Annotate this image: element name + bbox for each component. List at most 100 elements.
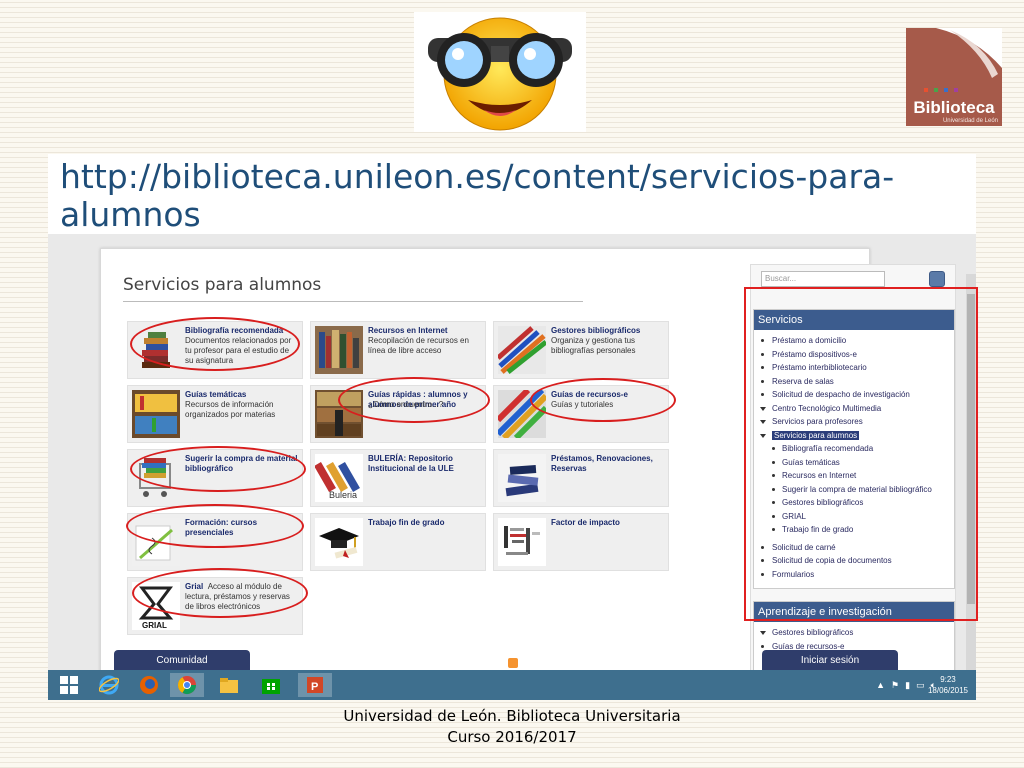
file-explorer-icon[interactable] [212, 673, 246, 697]
tile-title: Trabajo fin de grado [368, 518, 445, 527]
page-heading: Servicios para alumnos [123, 275, 322, 295]
network-icon[interactable]: ▮ [905, 680, 910, 691]
buleria-logo-icon: Buleria [315, 454, 363, 502]
chrome-icon[interactable] [170, 673, 204, 697]
tile-trabajo-fin-grado[interactable]: Trabajo fin de grado [310, 513, 486, 571]
menu-item-despacho-investigacion[interactable]: Solicitud de despacho de investigación [754, 388, 954, 402]
tile-title: Factor de impacto [551, 518, 620, 527]
tile-description: Documentos relacionados por tu profesor … [185, 336, 292, 365]
firefox-icon[interactable] [132, 673, 166, 697]
tile-title: Gestores bibliográficos [551, 326, 641, 335]
cables-icon [498, 326, 546, 374]
svg-text:P: P [311, 681, 318, 693]
submenu-item-gestores[interactable]: Gestores bibliográficos [754, 496, 954, 510]
tile-bibliografia-recomendada[interactable]: Bibliografía recomendada Documentos rela… [127, 321, 303, 379]
tile-description: Organiza y gestiona tus bibliografías pe… [551, 336, 636, 355]
display-icon[interactable]: ▭ [916, 680, 925, 691]
tile-title: Formación: cursos presenciales [185, 518, 258, 537]
submenu-item-trabajo-fin-grado[interactable]: Trabajo fin de grado [754, 523, 954, 537]
submenu-item-grial[interactable]: GRIAL [754, 510, 954, 524]
biblioteca-logo: Biblioteca Universidad de León [906, 28, 1002, 126]
submenu-item-sugerir-compra[interactable]: Sugerir la compra de material bibliográf… [754, 483, 954, 497]
bookshelf-icon [315, 326, 363, 374]
menu-item-prestamo-interbibliotecario[interactable]: Préstamo interbibliotecario [754, 361, 954, 375]
word-cloud-icon [498, 518, 546, 566]
tile-description: Recursos de información organizados por … [185, 400, 276, 419]
bookcase-icon [132, 390, 180, 438]
tile-guias-rapidas[interactable]: Guías rápidas : alumnos y alumnos de pri… [310, 385, 486, 443]
menu2-item-gestores[interactable]: Gestores bibliográficos [754, 626, 954, 640]
submenu-item-bibliografia[interactable]: Bibliografía recomendada [754, 442, 954, 456]
clock-time: 9:23 [940, 675, 956, 684]
slide-footer: Universidad de León. Biblioteca Universi… [0, 706, 1024, 748]
colored-cables-icon [498, 390, 546, 438]
menu-item-solicitud-carne[interactable]: Solicitud de carné [754, 541, 954, 555]
tile-recursos-internet[interactable]: Recursos en Internet Recopilación de rec… [310, 321, 486, 379]
powerpoint-icon[interactable]: P [298, 673, 332, 697]
tile-title: Sugerir la compra de material bibliográf… [185, 454, 298, 473]
page-scrollbar[interactable] [966, 274, 976, 700]
tile-buleria[interactable]: Buleria BULERÍA: Repositorio Institucion… [310, 449, 486, 507]
grial-chalice-icon: GRIAL [132, 582, 180, 630]
binoculars-emoji-image [414, 12, 586, 132]
graduation-cap-icon [315, 518, 363, 566]
clock-date: 18/06/2015 [927, 686, 968, 695]
book-pile-icon [498, 454, 546, 502]
menu-item-prestamo-domicilio[interactable]: Préstamo a domicilio [754, 334, 954, 348]
heading-divider [123, 301, 583, 302]
menu-item-servicios-profesores[interactable]: Servicios para profesores [754, 415, 954, 429]
login-tab[interactable]: Iniciar sesión [762, 650, 898, 672]
logo-subtitle: Universidad de León [942, 118, 998, 124]
tile-title: Recursos en Internet [368, 326, 448, 335]
tray-expand-icon[interactable]: ▲ [876, 680, 885, 690]
right-sidebar: Buscar... Servicios Préstamo a domicilio… [750, 264, 956, 700]
tile-grial[interactable]: GRIAL Grial Acceso al módulo de lectura,… [127, 577, 303, 635]
slide-title-box: http://biblioteca.unileon.es/content/ser… [48, 154, 976, 234]
buleria-label: Buleria [329, 490, 357, 500]
menu-item-formularios[interactable]: Formularios [754, 568, 954, 582]
tile-gestores-bibliograficos[interactable]: Gestores bibliográficos Organiza y gesti… [493, 321, 669, 379]
logo-dots [924, 88, 958, 92]
menu-item-servicios-alumnos[interactable]: Servicios para alumnos [754, 429, 954, 443]
slide-title: http://biblioteca.unileon.es/content/ser… [60, 157, 895, 234]
tile-guias-tematicas[interactable]: Guías temáticas Recursos de información … [127, 385, 303, 443]
menu-item-reserva-salas[interactable]: Reserva de salas [754, 375, 954, 389]
submenu-item-recursos-internet[interactable]: Recursos en Internet [754, 469, 954, 483]
windows-store-icon[interactable] [254, 673, 288, 697]
internet-explorer-icon[interactable] [92, 673, 126, 697]
logo-text: Biblioteca [913, 98, 995, 117]
submenu-item-guias-tematicas[interactable]: Guías temáticas [754, 456, 954, 470]
flag-icon[interactable]: ⚑ [891, 680, 899, 691]
shopping-cart-books-icon [132, 454, 180, 502]
footer-line-1: Universidad de León. Biblioteca Universi… [343, 707, 681, 725]
tile-description: Recopilación de recursos en línea de lib… [368, 336, 469, 355]
embedded-screenshot: Servicios para alumnos Bibliografía reco… [48, 234, 976, 700]
tile-title: Guías de recursos-e [551, 390, 628, 399]
taskbar-clock[interactable]: 9:23 18/06/2015 [928, 674, 968, 696]
rss-icon[interactable] [508, 658, 518, 668]
search-button[interactable] [929, 271, 945, 287]
books-stack-icon [132, 326, 180, 374]
tile-prestamos[interactable]: Préstamos, Renovaciones, Reservas [493, 449, 669, 507]
library-shelves-icon [315, 390, 363, 438]
menu-item-centro-tecnologico[interactable]: Centro Tecnológico Multimedia [754, 402, 954, 416]
menu-item-copia-documentos[interactable]: Solicitud de copia de documentos [754, 554, 954, 568]
tile-description: ¿Cómo encuentro...? [368, 400, 444, 409]
tile-guias-recursos-e[interactable]: Guías de recursos-e Guías y tutoriales [493, 385, 669, 443]
tile-formacion-cursos[interactable]: Formación: cursos presenciales [127, 513, 303, 571]
grial-label: GRIAL [142, 621, 167, 630]
tile-title: BULERÍA: Repositorio Institucional de la… [368, 454, 454, 473]
footer-line-2: Curso 2016/2017 [447, 728, 577, 746]
search-input[interactable]: Buscar... [761, 271, 885, 287]
community-tab[interactable]: Comunidad [114, 650, 250, 672]
tile-description: Grial Acceso al módulo de lectura, prést… [185, 582, 298, 612]
aprendizaje-menu-header: Aprendizaje e investigación [754, 602, 954, 622]
scrollbar-thumb[interactable] [967, 294, 975, 604]
menu-item-prestamo-dispositivos[interactable]: Préstamo dispositivos-e [754, 348, 954, 362]
windows-start-icon[interactable] [52, 673, 86, 697]
tile-sugerir-compra[interactable]: Sugerir la compra de material bibliográf… [127, 449, 303, 507]
tile-title: Bibliografía recomendada [185, 326, 284, 335]
tile-factor-impacto[interactable]: Factor de impacto [493, 513, 669, 571]
tile-title: Guías temáticas [185, 390, 247, 399]
notebook-pen-icon [132, 518, 180, 566]
